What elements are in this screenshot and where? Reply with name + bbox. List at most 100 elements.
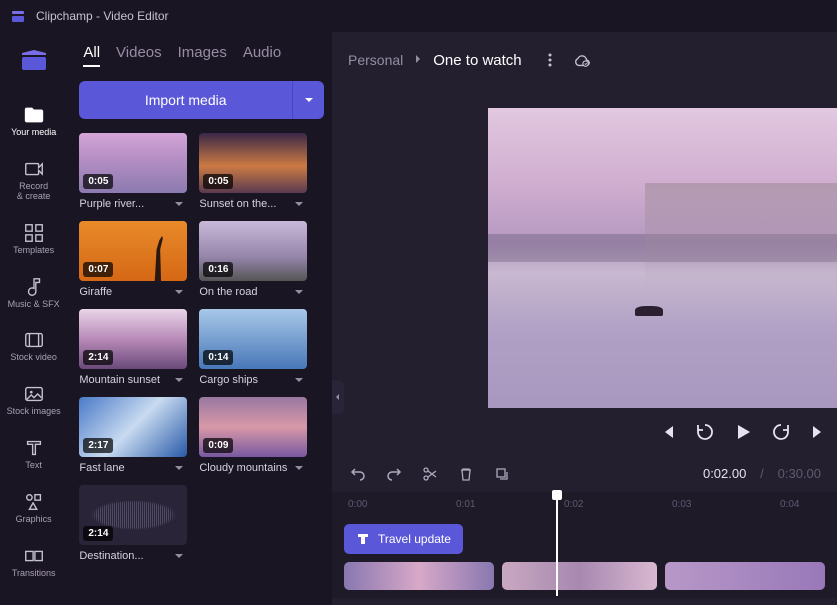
rewind-button[interactable] [695,422,715,442]
time-display: 0:02.00 / 0:30.00 [703,466,821,482]
media-clip[interactable]: 2:17 Fast lane [79,397,187,475]
media-clip[interactable]: 0:05 Purple river... [79,133,187,211]
breadcrumb-parent[interactable]: Personal [348,52,403,68]
sidebar-item-record[interactable]: Record& create [17,154,51,206]
timeline-ruler[interactable]: 0:00 0:01 0:02 0:03 0:04 [332,492,837,516]
skip-back-button[interactable] [657,422,677,442]
sidebar-item-label: Text [25,461,42,471]
chevron-down-icon[interactable] [293,197,307,211]
sidebar-item-stock-images[interactable]: Stock images [7,379,61,421]
split-button[interactable] [420,464,440,484]
ruler-tick: 0:02 [564,499,583,510]
clip-thumbnail[interactable]: 2:14 [79,309,187,369]
clip-thumbnail[interactable]: 0:07 [79,221,187,281]
sidebar-item-label: Stock video [10,353,57,363]
clip-thumbnail[interactable]: 0:05 [199,133,307,193]
sidebar-item-graphics[interactable]: Graphics [16,487,52,529]
graphics-icon [23,491,45,513]
clip-duration: 2:17 [83,438,113,453]
chevron-down-icon[interactable] [293,461,307,475]
clip-name: Fast lane [79,462,169,474]
text-track-clip[interactable]: Travel update [344,524,463,554]
media-grid: 0:05 Purple river... 0:05 Sunset on the.… [79,133,324,563]
cloud-sync-button[interactable] [572,50,592,70]
copy-button[interactable] [492,464,512,484]
clip-thumbnail[interactable]: 0:14 [199,309,307,369]
sidebar-item-label: Transitions [12,569,56,579]
clip-name: Mountain sunset [79,374,169,386]
delete-button[interactable] [456,464,476,484]
media-tab-all[interactable]: All [83,44,100,67]
media-clip[interactable]: 0:07 Giraffe [79,221,187,299]
media-clip[interactable]: 0:14 Cargo ships [199,309,307,387]
breadcrumb-current: One to watch [433,52,521,69]
chevron-down-icon[interactable] [293,285,307,299]
image-icon [23,383,45,405]
sidebar-item-templates[interactable]: Templates [13,218,54,260]
time-total: 0:30.00 [778,466,821,481]
panel-collapse-handle[interactable] [332,380,344,414]
redo-button[interactable] [384,464,404,484]
chevron-down-icon[interactable] [173,549,187,563]
text-icon [356,532,370,546]
chevron-down-icon[interactable] [293,373,307,387]
sidebar-item-your-media[interactable]: Your media [11,100,56,142]
sidebar-item-text[interactable]: Text [23,433,45,475]
clip-thumbnail[interactable]: 0:16 [199,221,307,281]
music-icon [23,276,45,298]
breadcrumb: Personal One to watch [348,51,522,69]
media-tabs: All Videos Images Audio [79,44,324,67]
clip-name: Giraffe [79,286,169,298]
media-clip[interactable]: 2:14 Mountain sunset [79,309,187,387]
ruler-tick: 0:00 [348,499,367,510]
sidebar-item-transitions[interactable]: Transitions [12,541,56,583]
sidebar-item-music[interactable]: Music & SFX [8,272,60,314]
play-button[interactable] [733,422,753,442]
clip-thumbnail[interactable]: 2:14 [79,485,187,545]
more-options-button[interactable] [540,50,560,70]
media-clip[interactable]: 2:14 Destination... [79,485,187,563]
import-media-button[interactable]: Import media [79,81,292,119]
video-track-clip[interactable] [665,562,825,590]
chevron-down-icon[interactable] [173,373,187,387]
film-icon [23,329,45,351]
clip-duration: 0:05 [203,174,233,189]
media-panel: All Videos Images Audio Import media 0:0… [67,32,332,605]
time-current: 0:02.00 [703,466,746,481]
clip-thumbnail[interactable]: 0:05 [79,133,187,193]
media-tab-audio[interactable]: Audio [243,44,281,67]
clip-duration: 0:07 [83,262,113,277]
undo-button[interactable] [348,464,368,484]
media-clip[interactable]: 0:09 Cloudy mountains [199,397,307,475]
forward-button[interactable] [771,422,791,442]
preview-canvas[interactable] [488,108,837,408]
media-tab-images[interactable]: Images [178,44,227,67]
text-clip-label: Travel update [378,532,451,546]
brand-icon [20,48,48,70]
import-media-dropdown[interactable] [292,81,324,119]
chevron-down-icon[interactable] [173,197,187,211]
sidebar-item-label: Stock images [7,407,61,417]
top-bar: Personal One to watch [332,32,837,88]
media-clip[interactable]: 0:05 Sunset on the... [199,133,307,211]
folder-icon [23,104,45,126]
clip-thumbnail[interactable]: 0:09 [199,397,307,457]
skip-forward-button[interactable] [809,422,829,442]
player-controls [332,408,837,456]
video-track-clip[interactable] [344,562,494,590]
clip-duration: 0:16 [203,262,233,277]
chevron-down-icon[interactable] [173,461,187,475]
sidebar-item-stock-video[interactable]: Stock video [10,325,57,367]
clip-name: Purple river... [79,198,169,210]
clip-name: Cloudy mountains [199,462,289,474]
text-icon [23,437,45,459]
sidebar-item-label: Templates [13,246,54,256]
video-track-clip[interactable] [502,562,657,590]
timeline-tracks: Travel update [332,516,837,598]
media-tab-videos[interactable]: Videos [116,44,162,67]
clip-thumbnail[interactable]: 2:17 [79,397,187,457]
playhead[interactable] [556,492,558,596]
media-clip[interactable]: 0:16 On the road [199,221,307,299]
clip-duration: 0:05 [83,174,113,189]
chevron-down-icon[interactable] [173,285,187,299]
